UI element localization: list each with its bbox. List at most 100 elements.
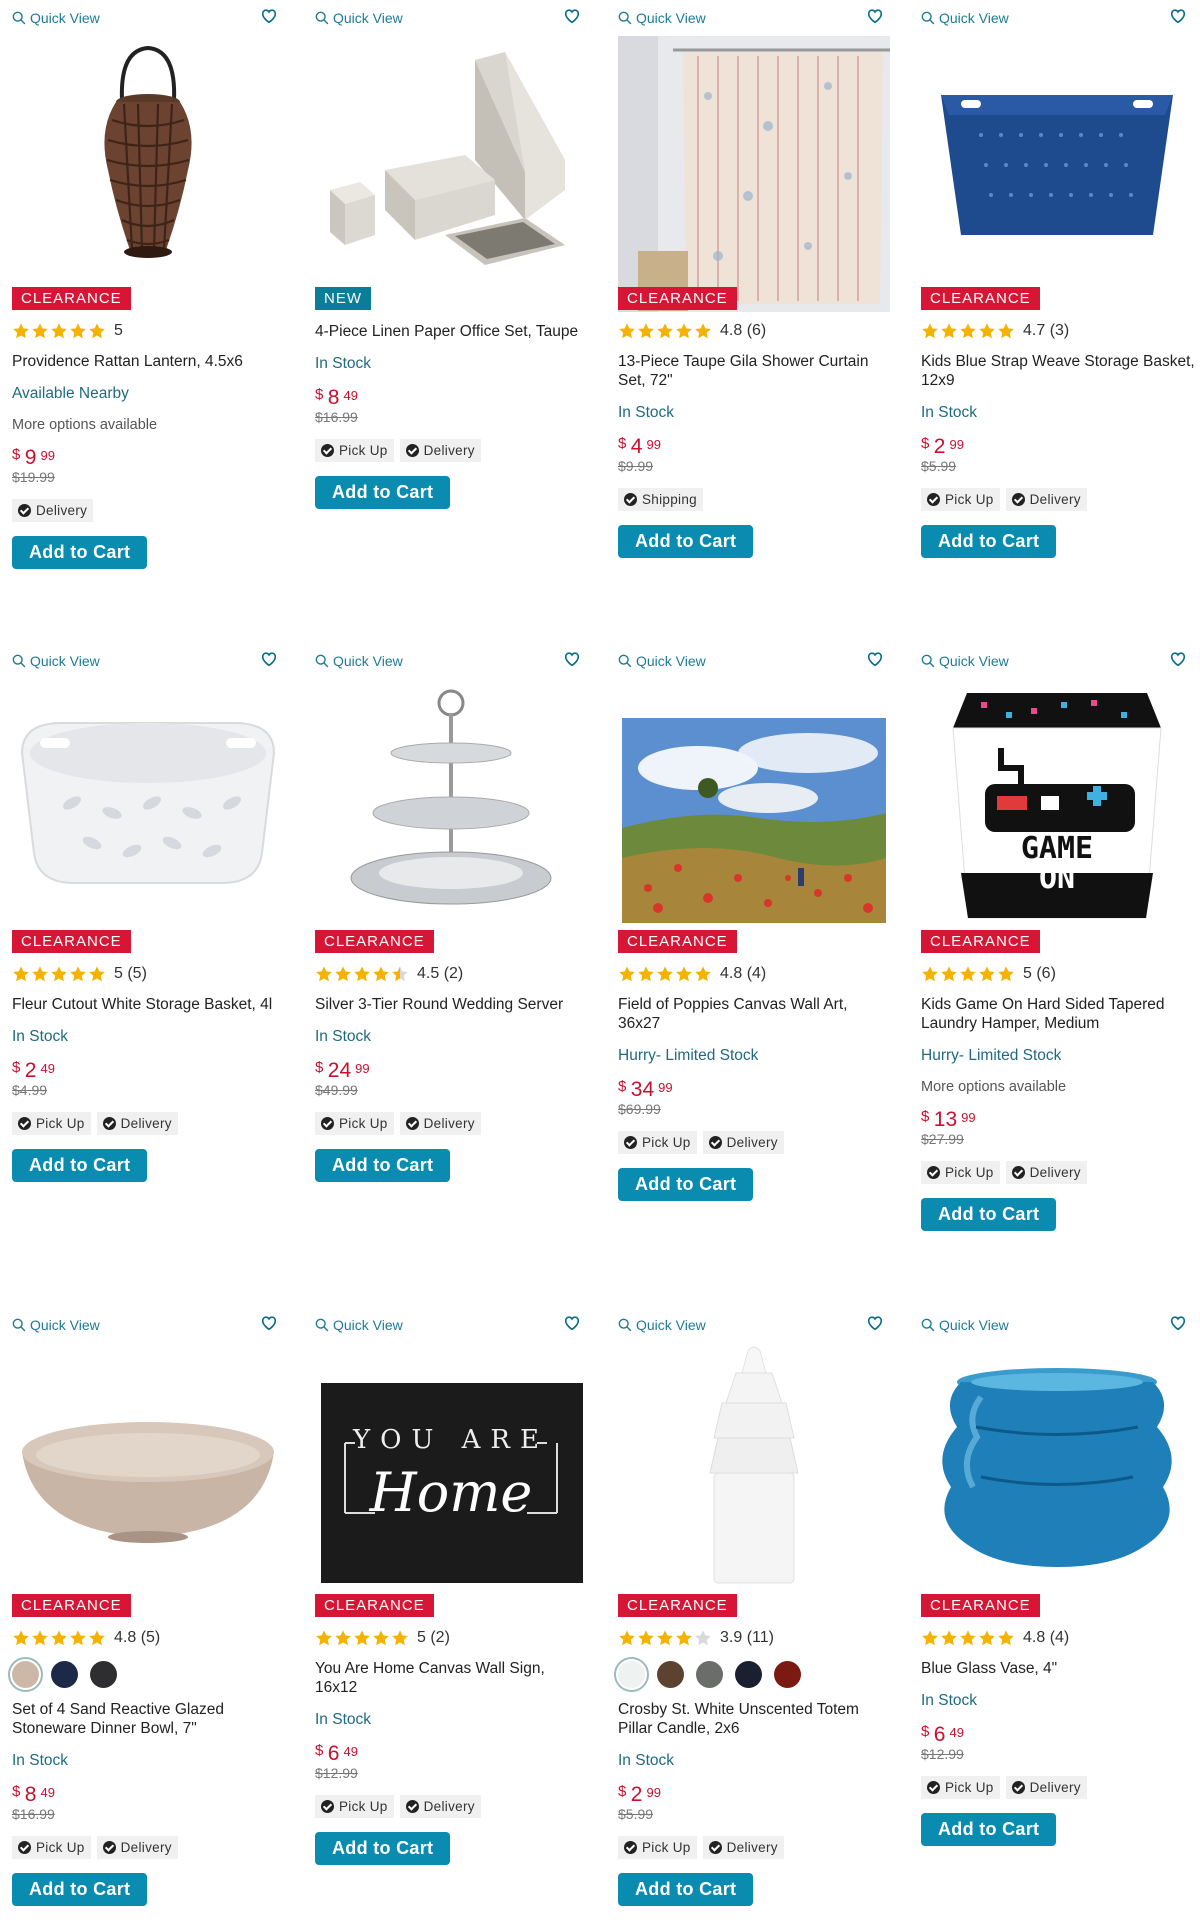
quick-view-link[interactable]: Quick View: [315, 653, 403, 669]
fulfillment-chip: Pick Up: [921, 488, 1000, 511]
product-name[interactable]: Crosby St. White Unscented Totem Pillar …: [618, 1700, 892, 1738]
heart-icon[interactable]: [563, 7, 581, 25]
add-to-cart-button[interactable]: Add to Cart: [12, 1873, 148, 1906]
shower-curtain-image[interactable]: [618, 36, 890, 312]
product-name[interactable]: Kids Game On Hard Sided Tapered Laundry …: [921, 995, 1195, 1033]
product-name[interactable]: 4-Piece Linen Paper Office Set, Taupe: [315, 322, 589, 341]
office-set-image[interactable]: [315, 40, 587, 270]
product-card: Quick View CLEARANCE 3.9 (11) Crosby St.…: [606, 1307, 896, 1923]
stock-status: In Stock: [618, 404, 674, 421]
color-swatch[interactable]: [51, 1661, 78, 1688]
add-to-cart-button[interactable]: Add to Cart: [315, 476, 451, 509]
heart-icon[interactable]: [1169, 1314, 1187, 1332]
add-to-cart-button[interactable]: Add to Cart: [921, 525, 1057, 558]
quick-view-link[interactable]: Quick View: [618, 1317, 706, 1333]
fulfillment-chip: Delivery: [96, 1836, 178, 1859]
product-rating: 4.8 (4): [618, 965, 892, 983]
product-name[interactable]: Set of 4 Sand Reactive Glazed Stoneware …: [12, 1700, 286, 1738]
dinner-bowl-image[interactable]: [12, 1347, 284, 1577]
heart-icon[interactable]: [866, 1314, 884, 1332]
check-icon: [1011, 1781, 1025, 1794]
quick-view-link[interactable]: Quick View: [921, 1317, 1009, 1333]
product-name[interactable]: Kids Blue Strap Weave Storage Basket, 12…: [921, 352, 1195, 390]
add-to-cart-button[interactable]: Add to Cart: [12, 1149, 148, 1182]
product-name[interactable]: Fleur Cutout White Storage Basket, 4l: [12, 995, 286, 1014]
quick-view-link[interactable]: Quick View: [12, 10, 100, 26]
star-rating-icon: [921, 322, 1015, 340]
original-price: $69.99: [618, 1101, 661, 1117]
white-basket-image[interactable]: [12, 683, 284, 913]
poppies-art-image[interactable]: [618, 718, 890, 923]
quick-view-link[interactable]: Quick View: [921, 653, 1009, 669]
quick-view-link[interactable]: Quick View: [12, 1317, 100, 1333]
status-badge: CLEARANCE: [12, 1594, 131, 1617]
quick-view-link[interactable]: Quick View: [618, 10, 706, 26]
heart-icon[interactable]: [260, 650, 278, 668]
color-swatch[interactable]: [774, 1661, 801, 1688]
product-card: Quick View YOU ARE Home CLEARANCE 5 (2) …: [303, 1307, 593, 1923]
stock-status: Hurry- Limited Stock: [921, 1047, 1062, 1064]
sale-price: $ 2 99: [618, 1783, 661, 1806]
add-to-cart-button[interactable]: Add to Cart: [315, 1832, 451, 1865]
heart-icon[interactable]: [866, 7, 884, 25]
fulfillment-chip: Pick Up: [315, 439, 394, 462]
rattan-lantern-image[interactable]: [12, 40, 284, 270]
search-icon: [618, 11, 632, 25]
check-icon: [102, 1841, 116, 1854]
stock-status: In Stock: [921, 1692, 977, 1709]
heart-icon[interactable]: [563, 650, 581, 668]
add-to-cart-button[interactable]: Add to Cart: [921, 1198, 1057, 1231]
product-name[interactable]: Providence Rattan Lantern, 4.5x6: [12, 352, 286, 371]
product-name[interactable]: You Are Home Canvas Wall Sign, 16x12: [315, 1659, 589, 1697]
add-to-cart-button[interactable]: Add to Cart: [618, 525, 754, 558]
heart-icon[interactable]: [866, 650, 884, 668]
check-icon: [102, 1117, 116, 1130]
heart-icon[interactable]: [260, 7, 278, 25]
quick-view-link[interactable]: Quick View: [618, 653, 706, 669]
heart-icon[interactable]: [260, 1314, 278, 1332]
add-to-cart-button[interactable]: Add to Cart: [12, 536, 148, 569]
fulfillment-chip: Pick Up: [12, 1836, 91, 1859]
tier-server-image[interactable]: [315, 683, 587, 913]
quick-view-link[interactable]: Quick View: [12, 653, 100, 669]
color-swatch[interactable]: [90, 1661, 117, 1688]
heart-icon[interactable]: [1169, 650, 1187, 668]
home-sign-image[interactable]: YOU ARE Home: [315, 1383, 587, 1583]
color-swatch[interactable]: [735, 1661, 762, 1688]
glass-vase-image[interactable]: [921, 1357, 1193, 1587]
quick-view-link[interactable]: Quick View: [315, 1317, 403, 1333]
sale-price: $ 34 99: [618, 1078, 673, 1101]
product-name[interactable]: Silver 3-Tier Round Wedding Server: [315, 995, 589, 1014]
star-rating-icon: [618, 1629, 712, 1647]
add-to-cart-button[interactable]: Add to Cart: [618, 1168, 754, 1201]
color-swatch[interactable]: [657, 1661, 684, 1688]
totem-candle-image[interactable]: [618, 1343, 890, 1588]
quick-view-link[interactable]: Quick View: [921, 10, 1009, 26]
heart-icon[interactable]: [563, 1314, 581, 1332]
product-name[interactable]: Field of Poppies Canvas Wall Art, 36x27: [618, 995, 892, 1033]
game-hamper-image[interactable]: GAME ON: [921, 688, 1193, 928]
home-label: Home: [369, 1461, 533, 1524]
blue-basket-image[interactable]: [921, 40, 1193, 270]
product-rating: 3.9 (11): [618, 1629, 892, 1647]
add-to-cart-button[interactable]: Add to Cart: [315, 1149, 451, 1182]
product-name[interactable]: 13-Piece Taupe Gila Shower Curtain Set, …: [618, 352, 892, 390]
heart-icon[interactable]: [1169, 7, 1187, 25]
status-badge: CLEARANCE: [618, 1594, 737, 1617]
original-price: $9.99: [618, 458, 654, 474]
star-rating-icon: [618, 965, 712, 983]
color-swatch[interactable]: [8, 1657, 43, 1692]
color-swatch[interactable]: [614, 1657, 649, 1692]
search-icon: [921, 1318, 935, 1332]
check-icon: [321, 1117, 334, 1130]
product-name[interactable]: Blue Glass Vase, 4": [921, 1659, 1195, 1678]
fulfillment-chip: Pick Up: [921, 1161, 1000, 1184]
product-rating: 4.8 (5): [12, 1629, 286, 1647]
status-badge: NEW: [315, 287, 371, 310]
fulfillment-chip: Shipping: [618, 488, 703, 511]
original-price: $16.99: [12, 1806, 55, 1822]
quick-view-link[interactable]: Quick View: [315, 10, 403, 26]
add-to-cart-button[interactable]: Add to Cart: [618, 1873, 754, 1906]
color-swatch[interactable]: [696, 1661, 723, 1688]
add-to-cart-button[interactable]: Add to Cart: [921, 1813, 1057, 1846]
